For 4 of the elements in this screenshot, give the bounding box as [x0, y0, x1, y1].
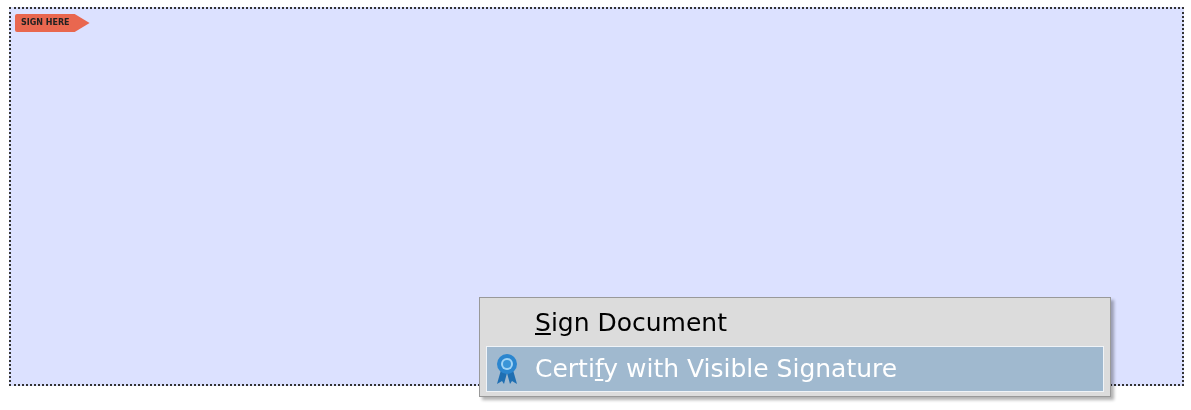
sign-here-tag: SIGN HERE [15, 14, 90, 32]
menu-item[interactable]: Sign Document [486, 300, 1104, 346]
menu-item-label: Certify with Visible Signature [535, 353, 898, 386]
menu-item-label: Sign Document [535, 307, 727, 340]
